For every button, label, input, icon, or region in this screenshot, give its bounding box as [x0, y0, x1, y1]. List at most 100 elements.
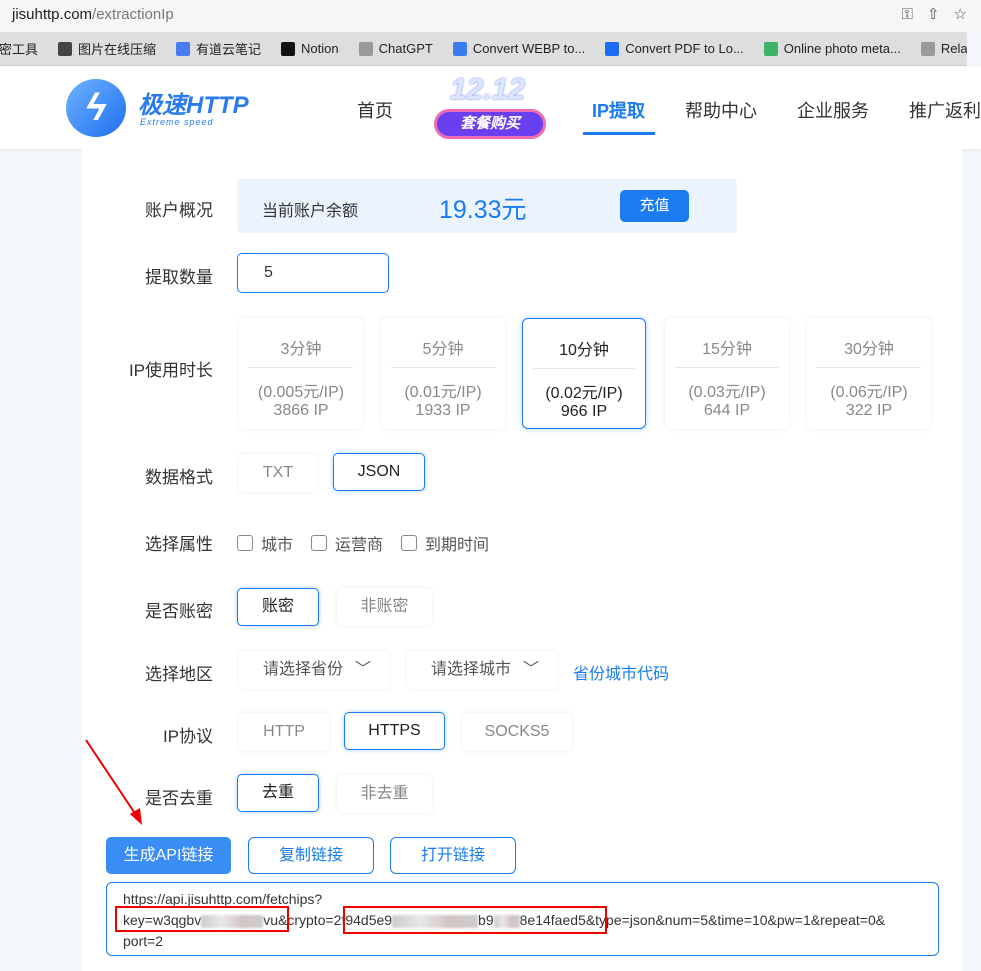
- checkbox-icon[interactable]: [311, 535, 327, 551]
- url-domain: jisuhttp.com: [12, 6, 93, 23]
- recharge-button[interactable]: 充值: [620, 190, 689, 222]
- copy-link-button[interactable]: 复制链接: [248, 837, 374, 874]
- bookmark-icon: [605, 41, 620, 56]
- bookmark-item[interactable]: 有道云笔记: [176, 39, 261, 58]
- bookmark-item[interactable]: 图片在线压缩: [58, 39, 156, 58]
- format-txt[interactable]: TXT: [239, 454, 317, 492]
- open-link-button[interactable]: 打开链接: [390, 837, 516, 874]
- nav-referral[interactable]: 推广返利: [909, 97, 981, 123]
- chevron-down-icon: ﹀: [354, 661, 371, 678]
- bookmark-icon: [58, 41, 73, 56]
- bookmark-icon: [920, 41, 935, 56]
- city-select[interactable]: 请选择城市 ﹀: [407, 651, 557, 689]
- label-auth: 是否账密: [145, 602, 213, 621]
- label-account: 账户概况: [145, 201, 213, 220]
- bookmark-item[interactable]: Notion: [281, 41, 339, 56]
- province-select[interactable]: 请选择省份 ﹀: [239, 651, 389, 689]
- checkbox-icon[interactable]: [401, 535, 417, 551]
- checkbox-isp[interactable]: 运营商: [311, 531, 383, 555]
- duration-price: (0.02元/IP): [545, 385, 623, 402]
- duration-option[interactable]: 15分钟 (0.03元/IP) 644 IP: [665, 318, 789, 429]
- address-bar[interactable]: jisuhttp.com/extractionIp ⚿⇧☆: [0, 0, 981, 32]
- checkbox-icon[interactable]: [237, 535, 253, 551]
- promo-label: 套餐购买: [434, 109, 546, 139]
- duration-time: 15分钟: [675, 318, 779, 368]
- duration-time: 3分钟: [249, 318, 353, 368]
- bookmark-label: 图片在线压缩: [78, 42, 157, 57]
- duration-option[interactable]: 3分钟 (0.005元/IP) 3866 IP: [239, 318, 363, 429]
- city-placeholder: 请选择城市: [431, 661, 512, 678]
- duration-time: 10分钟: [533, 319, 635, 369]
- duration-price: (0.005元/IP): [257, 384, 345, 401]
- duration-count: 966 IP: [560, 403, 608, 420]
- star-icon[interactable]: ☆: [954, 6, 981, 23]
- protocol-https[interactable]: HTTPS: [344, 712, 445, 750]
- duration-option[interactable]: 5分钟 (0.01元/IP) 1933 IP: [381, 318, 505, 429]
- promo-number: 12.12: [450, 73, 526, 106]
- bookmark-item[interactable]: Relakkes: [920, 41, 967, 56]
- duration-count: 3866 IP: [273, 402, 329, 419]
- duration-time: 30分钟: [817, 318, 921, 368]
- logo-icon[interactable]: ϟ: [66, 79, 126, 137]
- label-region: 选择地区: [145, 665, 213, 684]
- label-format: 数据格式: [145, 468, 213, 487]
- nav-help[interactable]: 帮助中心: [685, 97, 757, 123]
- bookmark-label: Convert WEBP to...: [472, 41, 586, 56]
- active-nav-indicator: [583, 132, 655, 135]
- auth-none[interactable]: 非账密: [337, 588, 432, 626]
- bookmark-label: Relakkes: [940, 41, 967, 56]
- label-protocol: IP协议: [162, 727, 213, 746]
- protocol-http[interactable]: HTTP: [239, 713, 329, 751]
- dedup-no[interactable]: 非去重: [337, 775, 432, 813]
- bookmark-item[interactable]: 加密工具: [0, 39, 38, 58]
- bookmark-label: Online photo meta...: [783, 41, 901, 56]
- duration-option[interactable]: 10分钟 (0.02元/IP) 966 IP: [522, 318, 646, 429]
- format-json[interactable]: JSON: [333, 453, 425, 491]
- checkbox-city[interactable]: 城市: [237, 531, 293, 555]
- bookmark-label: ChatGPT: [378, 41, 433, 56]
- duration-price: (0.06元/IP): [830, 384, 908, 401]
- checkbox-expiry[interactable]: 到期时间: [401, 531, 489, 555]
- logo-subtitle: Extreme speed: [140, 117, 214, 127]
- bookmark-label: 有道云笔记: [196, 42, 262, 57]
- dedup-yes[interactable]: 去重: [237, 774, 319, 812]
- bookmark-icon: [281, 41, 296, 56]
- annotation-box-crypto: [343, 906, 607, 934]
- bookmark-item[interactable]: Convert PDF to Lo...: [605, 41, 744, 56]
- duration-price: (0.01元/IP): [404, 384, 482, 401]
- quantity-input[interactable]: 5: [237, 253, 389, 293]
- logo-text[interactable]: 极速HTTP: [138, 85, 249, 120]
- bookmark-item[interactable]: Convert WEBP to...: [452, 41, 586, 56]
- key-icon[interactable]: ⚿: [902, 6, 927, 23]
- duration-count: 322 IP: [845, 402, 893, 419]
- api-url-line3: port=2: [123, 933, 164, 949]
- annotation-box-key: [115, 906, 289, 932]
- bookmark-item[interactable]: ChatGPT: [358, 41, 433, 56]
- nav-enterprise[interactable]: 企业服务: [797, 97, 869, 123]
- label-quantity: 提取数量: [145, 268, 213, 287]
- protocol-socks5[interactable]: SOCKS5: [462, 713, 572, 751]
- auth-password[interactable]: 账密: [237, 588, 319, 626]
- duration-count: 1933 IP: [415, 402, 471, 419]
- bookmarks-bar: 加密工具 图片在线压缩 有道云笔记 Notion ChatGPT Convert WEBP…: [0, 32, 967, 66]
- balance-value: 19.33元: [439, 196, 527, 224]
- site-header: ϟ 极速HTTP Extreme speed 首页 12.12 套餐购买 IP提取…: [0, 67, 981, 149]
- label-dedup: 是否去重: [145, 789, 213, 808]
- chevron-down-icon: ﹀: [522, 661, 539, 678]
- bookmark-item[interactable]: Online photo meta...: [763, 41, 901, 56]
- nav-ip-extract[interactable]: IP提取: [592, 97, 645, 123]
- nav-home[interactable]: 首页: [357, 97, 393, 123]
- bookmark-label: 加密工具: [0, 42, 39, 57]
- label-attributes: 选择属性: [145, 535, 213, 554]
- duration-option[interactable]: 30分钟 (0.06元/IP) 322 IP: [807, 318, 931, 429]
- duration-time: 5分钟: [391, 318, 495, 368]
- bookmark-label: Convert PDF to Lo...: [625, 41, 744, 56]
- region-code-link[interactable]: 省份城市代码: [573, 660, 669, 684]
- bookmark-icon: [452, 41, 467, 56]
- duration-count: 644 IP: [703, 402, 751, 419]
- balance-label: 当前账户余额: [262, 203, 359, 220]
- generate-api-button[interactable]: 生成API链接: [106, 837, 231, 874]
- share-icon[interactable]: ⇧: [927, 6, 954, 23]
- promo-banner[interactable]: 12.12 套餐购买: [434, 73, 546, 139]
- duration-price: (0.03元/IP): [688, 384, 766, 401]
